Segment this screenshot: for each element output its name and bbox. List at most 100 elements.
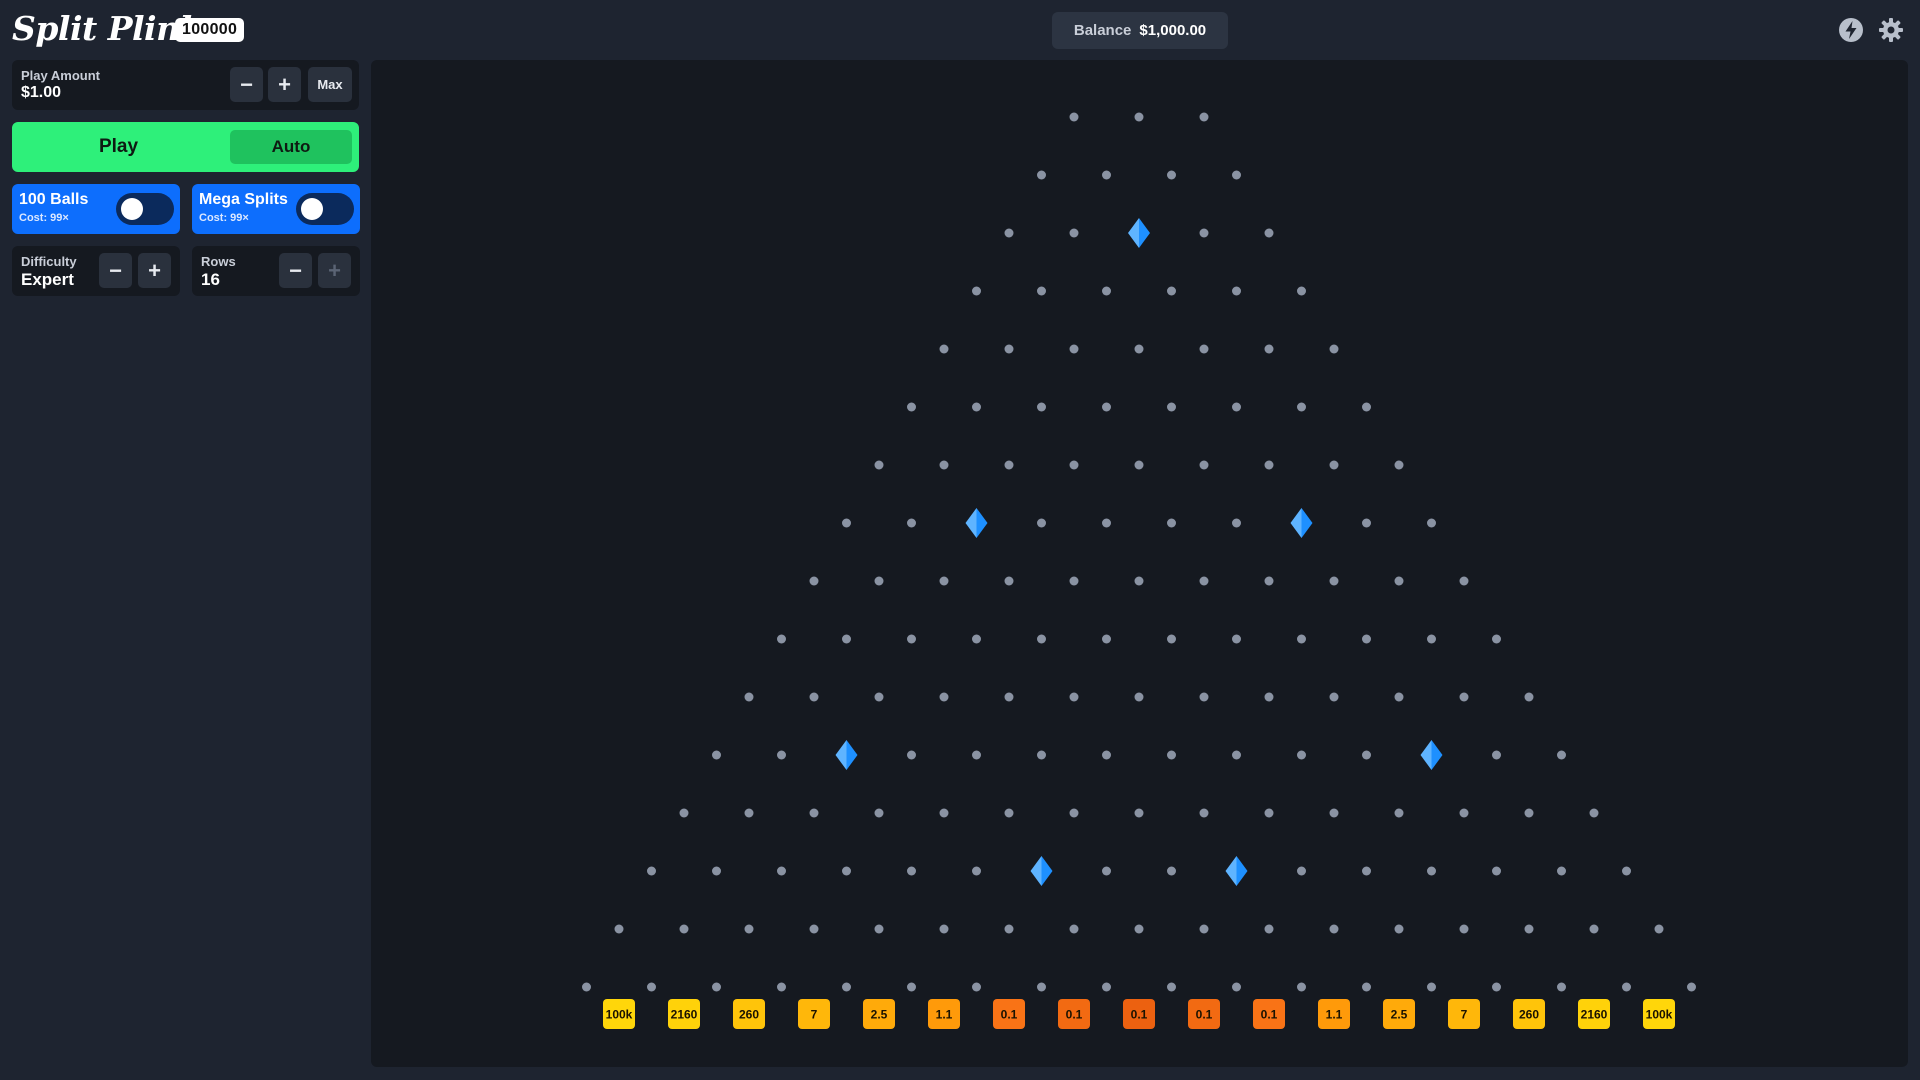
peg (1459, 576, 1469, 586)
peg (809, 692, 819, 702)
play-amount-value[interactable]: $1.00 (21, 84, 61, 102)
peg (1102, 982, 1111, 992)
switch-knob (121, 198, 143, 220)
increase-amount-button[interactable]: + (268, 67, 301, 102)
peg (777, 866, 786, 876)
splitter-diamond-icon (1420, 740, 1443, 770)
peg (1134, 112, 1144, 122)
difficulty-decrease-button[interactable]: − (99, 253, 132, 288)
multiplier-slot: 100k (603, 999, 635, 1029)
peg (809, 924, 819, 934)
peg (842, 634, 851, 644)
splitter-diamond-icon (965, 508, 988, 538)
multiplier-slot: 2.5 (863, 999, 895, 1029)
peg (1069, 112, 1079, 122)
multiplier-label: 0.1 (1261, 1008, 1278, 1022)
rows-stepper: Rows 16 − + (192, 246, 360, 296)
multiplier-label: 2.5 (871, 1008, 888, 1022)
peg (679, 924, 689, 934)
peg (939, 692, 949, 702)
mega-splits-toggle-card[interactable]: Mega Splits Cost: 99× (192, 184, 360, 234)
multiplier-slot: 7 (1448, 999, 1480, 1029)
peg (1102, 518, 1111, 528)
peg (1167, 518, 1176, 528)
peg (777, 750, 786, 760)
play-amount-field[interactable]: Play Amount $1.00 − + Max (12, 60, 359, 110)
peg (1167, 634, 1176, 644)
peg (1362, 982, 1371, 992)
peg (1232, 286, 1241, 296)
peg (1394, 692, 1404, 702)
difficulty-label: Difficulty (21, 254, 77, 269)
peg (1329, 924, 1339, 934)
play-amount-label: Play Amount (21, 68, 100, 83)
peg (1362, 750, 1371, 760)
balls-toggle-cost: Cost: 99× (19, 212, 69, 224)
mega-splits-switch[interactable] (296, 193, 354, 225)
multiplier-label: 0.1 (1001, 1008, 1018, 1022)
peg (1069, 460, 1079, 470)
peg (1232, 518, 1241, 528)
peg (1394, 808, 1404, 818)
multiplier-label: 2.5 (1391, 1008, 1408, 1022)
peg (1232, 982, 1241, 992)
gear-icon[interactable] (1878, 17, 1904, 43)
peg (1459, 924, 1469, 934)
splitter-diamond-icon (1290, 508, 1313, 538)
multiplier-slot: 2160 (1578, 999, 1610, 1029)
peg (679, 808, 689, 818)
rows-decrease-button[interactable]: − (279, 253, 312, 288)
peg (1004, 924, 1014, 934)
multiplier-label: 2160 (1581, 1008, 1608, 1022)
mega-splits-cost: Cost: 99× (199, 212, 249, 224)
rows-increase-button[interactable]: + (318, 253, 351, 288)
peg (647, 866, 656, 876)
balls-toggle-switch[interactable] (116, 193, 174, 225)
peg (1134, 808, 1144, 818)
balls-toggle-card[interactable]: 100 Balls Cost: 99× (12, 184, 180, 234)
peg (907, 634, 916, 644)
peg (972, 866, 981, 876)
peg (1102, 634, 1111, 644)
peg (1654, 924, 1664, 934)
peg (1297, 634, 1306, 644)
peg (1264, 228, 1274, 238)
play-button[interactable]: Play (12, 122, 225, 172)
peg (1199, 692, 1209, 702)
decrease-amount-button[interactable]: − (230, 67, 263, 102)
rows-label: Rows (201, 254, 236, 269)
peg (1492, 982, 1501, 992)
multiplier-label: 0.1 (1196, 1008, 1213, 1022)
peg (939, 344, 949, 354)
splitter-diamond-icon (835, 740, 858, 770)
top-bar: Split Plinko 100000 Balance $1,000.00 (0, 0, 1920, 60)
plinko-board-canvas: 100k 2160 260 7 2.5 1.1 0.1 0.1 0.1 0.1 0.1 1.1 2.5 7… (582, 112, 1696, 1029)
peg (1134, 460, 1144, 470)
max-amount-button[interactable]: Max (308, 67, 352, 102)
peg (1264, 808, 1274, 818)
lightning-icon[interactable] (1838, 17, 1864, 43)
peg (1589, 808, 1599, 818)
peg (1264, 460, 1274, 470)
multiplier-label: 260 (1519, 1008, 1539, 1022)
peg (809, 808, 819, 818)
multiplier-slot: 260 (733, 999, 765, 1029)
peg (874, 692, 884, 702)
peg (972, 402, 981, 412)
peg (972, 286, 981, 296)
peg (874, 460, 884, 470)
peg (1557, 866, 1566, 876)
peg (972, 982, 981, 992)
multiplier-slot: 7 (798, 999, 830, 1029)
peg (1264, 344, 1274, 354)
peg (1004, 576, 1014, 586)
difficulty-increase-button[interactable]: + (138, 253, 171, 288)
auto-button[interactable]: Auto (230, 130, 352, 164)
multiplier-slot: 1.1 (928, 999, 960, 1029)
peg (1394, 460, 1404, 470)
peg (1069, 344, 1079, 354)
balance-value: $1,000.00 (1139, 22, 1207, 39)
peg (1102, 750, 1111, 760)
peg (1134, 576, 1144, 586)
peg (1394, 924, 1404, 934)
